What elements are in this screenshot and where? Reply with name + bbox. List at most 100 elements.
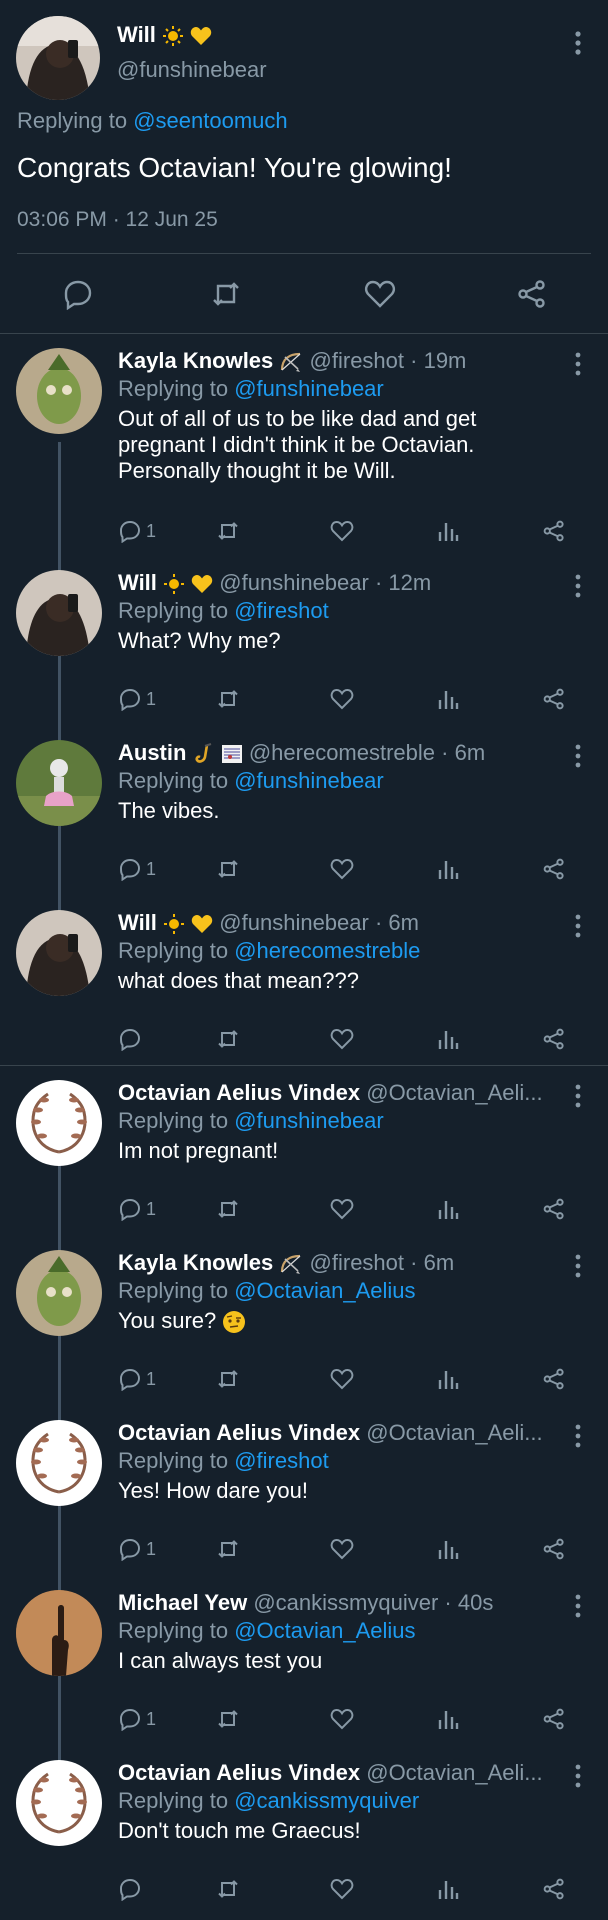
more-options-icon[interactable]	[574, 1764, 582, 1788]
author-handle[interactable]: @fireshot	[310, 1250, 404, 1275]
retweet-icon[interactable]	[216, 1877, 240, 1901]
share-icon[interactable]	[542, 1367, 566, 1391]
replying-to-link[interactable]: @fireshot	[234, 598, 328, 623]
analytics-icon[interactable]	[436, 1707, 460, 1731]
author-name[interactable]: Kayla Knowles	[118, 1250, 273, 1275]
avatar[interactable]	[16, 570, 102, 656]
like-icon[interactable]	[330, 1367, 354, 1391]
more-options-icon[interactable]	[574, 914, 582, 938]
replying-to-link[interactable]: @Octavian_Aelius	[234, 1278, 415, 1303]
replying-to-link[interactable]: @fireshot	[234, 1448, 328, 1473]
reply-header[interactable]: Will @funshinebear · 6m	[118, 910, 558, 936]
like-icon[interactable]	[330, 1707, 354, 1731]
avatar[interactable]	[16, 910, 102, 996]
reply-header[interactable]: Kayla Knowles @fireshot · 19m	[118, 348, 558, 374]
share-icon[interactable]	[542, 519, 566, 543]
like-icon[interactable]	[330, 1027, 354, 1051]
analytics-icon[interactable]	[436, 519, 460, 543]
avatar[interactable]	[16, 740, 102, 826]
like-icon[interactable]	[330, 687, 354, 711]
retweet-icon[interactable]	[216, 1537, 240, 1561]
avatar[interactable]	[16, 1420, 102, 1506]
retweet-icon[interactable]	[216, 1197, 240, 1221]
replying-to-link[interactable]: @Octavian_Aelius	[234, 1618, 415, 1643]
replying-to-link[interactable]: @seentoomuch	[133, 108, 287, 133]
share-icon[interactable]	[542, 1707, 566, 1731]
reply-button[interactable]: 1	[118, 684, 156, 714]
author-name[interactable]: Will	[117, 22, 212, 48]
reply-header[interactable]: Octavian Aelius Vindex @Octavian_Aeli...	[118, 1080, 558, 1106]
author-handle[interactable]: @herecomestreble	[249, 740, 435, 765]
reply-button[interactable]: 1	[118, 1364, 156, 1394]
more-options-icon[interactable]	[574, 744, 582, 768]
retweet-icon[interactable]	[216, 857, 240, 881]
share-icon[interactable]	[542, 1537, 566, 1561]
author-handle[interactable]: @funshinebear	[219, 910, 369, 935]
author-name[interactable]: Austin	[118, 740, 186, 765]
reply-icon[interactable]	[62, 278, 94, 310]
author-handle[interactable]: @Octavian_Aeli...	[366, 1080, 542, 1105]
share-icon[interactable]	[542, 1027, 566, 1051]
replying-to-link[interactable]: @funshinebear	[234, 376, 384, 401]
author-name[interactable]: Octavian Aelius Vindex	[118, 1420, 360, 1445]
like-icon[interactable]	[330, 1877, 354, 1901]
reply-header[interactable]: Octavian Aelius Vindex @Octavian_Aeli...	[118, 1420, 558, 1446]
replying-to-link[interactable]: @herecomestreble	[234, 938, 420, 963]
share-icon[interactable]	[542, 1877, 566, 1901]
more-options-icon[interactable]	[574, 352, 582, 376]
retweet-icon[interactable]	[216, 687, 240, 711]
reply-button[interactable]: 1	[118, 516, 156, 546]
analytics-icon[interactable]	[436, 1027, 460, 1051]
share-icon[interactable]	[542, 857, 566, 881]
author-handle[interactable]: @fireshot	[310, 348, 404, 373]
retweet-icon[interactable]	[216, 1027, 240, 1051]
like-icon[interactable]	[364, 278, 396, 310]
retweet-icon[interactable]	[210, 278, 242, 310]
avatar[interactable]	[16, 1760, 102, 1846]
reply-header[interactable]: Will @funshinebear · 12m	[118, 570, 558, 596]
share-icon[interactable]	[542, 1197, 566, 1221]
analytics-icon[interactable]	[436, 687, 460, 711]
avatar[interactable]	[16, 1080, 102, 1166]
reply-header[interactable]: Octavian Aelius Vindex @Octavian_Aeli...	[118, 1760, 558, 1786]
author-name[interactable]: Octavian Aelius Vindex	[118, 1760, 360, 1785]
like-icon[interactable]	[330, 857, 354, 881]
author-handle[interactable]: @funshinebear	[219, 570, 369, 595]
author-name[interactable]: Octavian Aelius Vindex	[118, 1080, 360, 1105]
more-options-icon[interactable]	[574, 1594, 582, 1618]
share-icon[interactable]	[542, 687, 566, 711]
more-options-icon[interactable]	[574, 574, 582, 598]
replying-to-link[interactable]: @cankissmyquiver	[234, 1788, 419, 1813]
avatar[interactable]	[16, 16, 100, 100]
reply-header[interactable]: Michael Yew @cankissmyquiver · 40s	[118, 1590, 558, 1616]
more-options-icon[interactable]	[574, 1084, 582, 1108]
more-options-icon[interactable]	[574, 30, 582, 56]
replying-to-link[interactable]: @funshinebear	[234, 768, 384, 793]
retweet-icon[interactable]	[216, 1707, 240, 1731]
reply-button[interactable]: 1	[118, 1534, 156, 1564]
avatar[interactable]	[16, 1250, 102, 1336]
retweet-icon[interactable]	[216, 1367, 240, 1391]
author-handle[interactable]: @Octavian_Aeli...	[366, 1760, 542, 1785]
analytics-icon[interactable]	[436, 1197, 460, 1221]
more-options-icon[interactable]	[574, 1424, 582, 1448]
reply-button[interactable]	[118, 1874, 146, 1904]
tweet-timestamp[interactable]: 03:06 PM · 12 Jun 25	[17, 208, 218, 232]
reply-button[interactable]: 1	[118, 854, 156, 884]
author-name[interactable]: Will	[118, 570, 157, 595]
like-icon[interactable]	[330, 519, 354, 543]
avatar[interactable]	[16, 1590, 102, 1676]
reply-button[interactable]	[118, 1024, 146, 1054]
analytics-icon[interactable]	[436, 1537, 460, 1561]
replying-to-link[interactable]: @funshinebear	[234, 1108, 384, 1133]
author-name[interactable]: Will	[118, 910, 157, 935]
reply-button[interactable]: 1	[118, 1704, 156, 1734]
analytics-icon[interactable]	[436, 1877, 460, 1901]
author-handle[interactable]: @cankissmyquiver	[253, 1590, 438, 1615]
author-name[interactable]: Michael Yew	[118, 1590, 247, 1615]
avatar[interactable]	[16, 348, 102, 434]
like-icon[interactable]	[330, 1537, 354, 1561]
share-icon[interactable]	[516, 278, 548, 310]
retweet-icon[interactable]	[216, 519, 240, 543]
reply-header[interactable]: Austin @herecomestreble · 6m	[118, 740, 558, 766]
